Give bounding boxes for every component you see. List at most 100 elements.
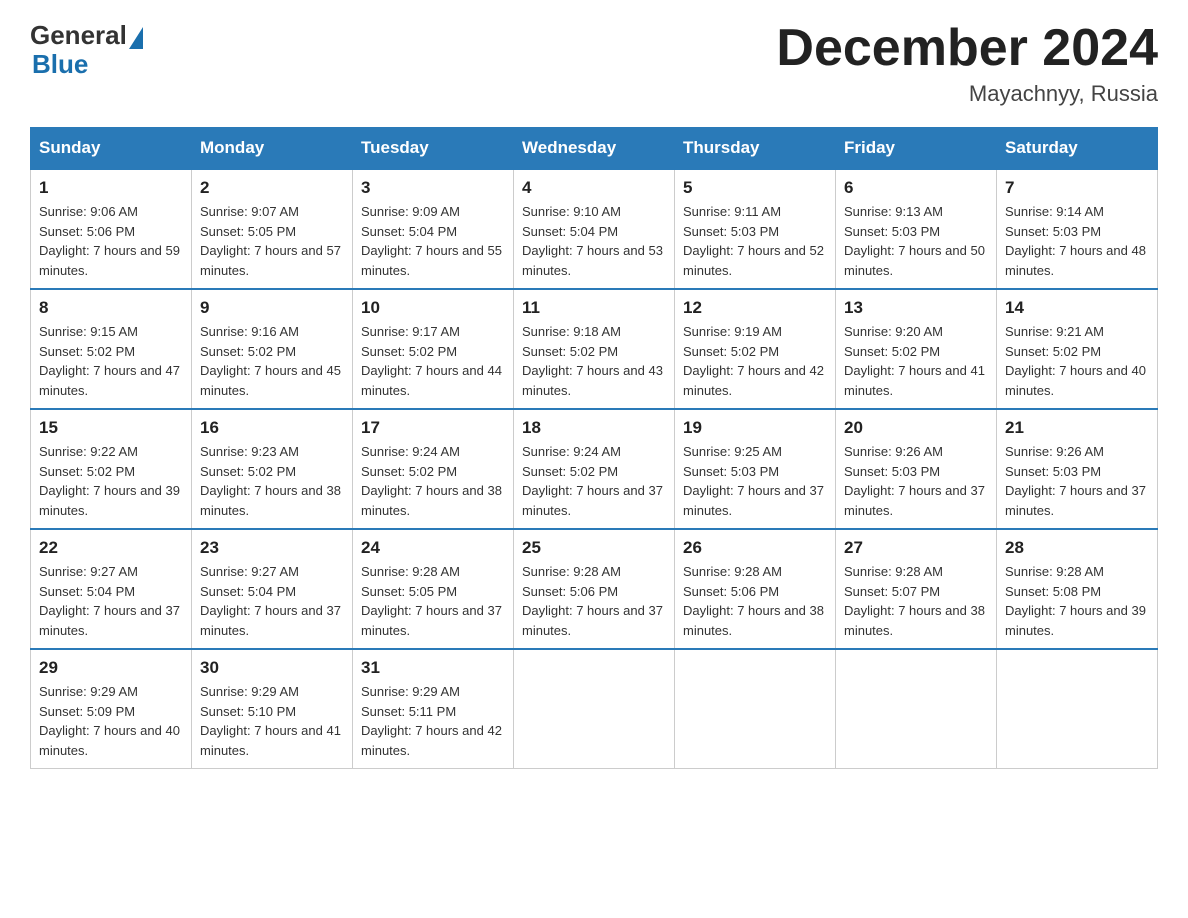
day-info: Sunrise: 9:19 AMSunset: 5:02 PMDaylight:… [683,322,827,400]
day-info: Sunrise: 9:26 AMSunset: 5:03 PMDaylight:… [844,442,988,520]
day-number: 26 [683,538,827,558]
day-info: Sunrise: 9:17 AMSunset: 5:02 PMDaylight:… [361,322,505,400]
day-info: Sunrise: 9:13 AMSunset: 5:03 PMDaylight:… [844,202,988,280]
empty-cell [836,649,997,769]
month-year-title: December 2024 [776,20,1158,77]
day-number: 11 [522,298,666,318]
header-row: SundayMondayTuesdayWednesdayThursdayFrid… [31,128,1158,170]
day-number: 3 [361,178,505,198]
day-info: Sunrise: 9:28 AMSunset: 5:05 PMDaylight:… [361,562,505,640]
logo-general-text: General [30,20,127,51]
day-number: 7 [1005,178,1149,198]
day-number: 27 [844,538,988,558]
day-info: Sunrise: 9:14 AMSunset: 5:03 PMDaylight:… [1005,202,1149,280]
day-cell-19: 19Sunrise: 9:25 AMSunset: 5:03 PMDayligh… [675,409,836,529]
empty-cell [514,649,675,769]
day-cell-29: 29 Sunrise: 9:29 AMSunset: 5:09 PMDayligh… [31,649,192,769]
header-sunday: Sunday [31,128,192,170]
day-cell-3: 3 Sunrise: 9:09 AMSunset: 5:04 PMDaylight… [353,169,514,289]
day-cell-17: 17 Sunrise: 9:24 AMSunset: 5:02 PMDayligh… [353,409,514,529]
day-info: Sunrise: 9:28 AMSunset: 5:06 PMDaylight:… [522,562,666,640]
day-cell-26: 26Sunrise: 9:28 AMSunset: 5:06 PMDayligh… [675,529,836,649]
day-cell-20: 20 Sunrise: 9:26 AMSunset: 5:03 PMDayligh… [836,409,997,529]
day-info: Sunrise: 9:28 AMSunset: 5:07 PMDaylight:… [844,562,988,640]
header-monday: Monday [192,128,353,170]
day-info: Sunrise: 9:15 AMSunset: 5:02 PMDaylight:… [39,322,183,400]
empty-cell [997,649,1158,769]
day-info: Sunrise: 9:21 AMSunset: 5:02 PMDaylight:… [1005,322,1149,400]
header-saturday: Saturday [997,128,1158,170]
day-number: 23 [200,538,344,558]
day-number: 2 [200,178,344,198]
day-info: Sunrise: 9:18 AMSunset: 5:02 PMDaylight:… [522,322,666,400]
day-info: Sunrise: 9:06 AMSunset: 5:06 PMDaylight:… [39,202,183,280]
day-info: Sunrise: 9:07 AMSunset: 5:05 PMDaylight:… [200,202,344,280]
page-header: General Blue December 2024 Mayachnyy, Ru… [30,20,1158,107]
day-info: Sunrise: 9:29 AMSunset: 5:11 PMDaylight:… [361,682,505,760]
day-number: 17 [361,418,505,438]
day-number: 6 [844,178,988,198]
day-number: 1 [39,178,183,198]
day-info: Sunrise: 9:25 AMSunset: 5:03 PMDaylight:… [683,442,827,520]
week-row-4: 22 Sunrise: 9:27 AMSunset: 5:04 PMDayligh… [31,529,1158,649]
day-cell-22: 22 Sunrise: 9:27 AMSunset: 5:04 PMDayligh… [31,529,192,649]
day-info: Sunrise: 9:09 AMSunset: 5:04 PMDaylight:… [361,202,505,280]
day-number: 24 [361,538,505,558]
day-number: 29 [39,658,183,678]
day-number: 20 [844,418,988,438]
day-info: Sunrise: 9:29 AMSunset: 5:10 PMDaylight:… [200,682,344,760]
day-cell-14: 14Sunrise: 9:21 AMSunset: 5:02 PMDayligh… [997,289,1158,409]
day-cell-2: 2 Sunrise: 9:07 AMSunset: 5:05 PMDaylight… [192,169,353,289]
title-block: December 2024 Mayachnyy, Russia [776,20,1158,107]
day-cell-9: 9 Sunrise: 9:16 AMSunset: 5:02 PMDaylight… [192,289,353,409]
day-number: 9 [200,298,344,318]
day-number: 5 [683,178,827,198]
day-number: 16 [200,418,344,438]
day-number: 18 [522,418,666,438]
day-number: 28 [1005,538,1149,558]
day-cell-16: 16Sunrise: 9:23 AMSunset: 5:02 PMDayligh… [192,409,353,529]
day-info: Sunrise: 9:26 AMSunset: 5:03 PMDaylight:… [1005,442,1149,520]
day-number: 12 [683,298,827,318]
calendar-table: SundayMondayTuesdayWednesdayThursdayFrid… [30,127,1158,769]
day-cell-24: 24 Sunrise: 9:28 AMSunset: 5:05 PMDayligh… [353,529,514,649]
header-tuesday: Tuesday [353,128,514,170]
day-cell-28: 28 Sunrise: 9:28 AMSunset: 5:08 PMDayligh… [997,529,1158,649]
day-cell-13: 13Sunrise: 9:20 AMSunset: 5:02 PMDayligh… [836,289,997,409]
day-cell-27: 27 Sunrise: 9:28 AMSunset: 5:07 PMDayligh… [836,529,997,649]
day-cell-6: 6 Sunrise: 9:13 AMSunset: 5:03 PMDaylight… [836,169,997,289]
day-cell-1: 1 Sunrise: 9:06 AMSunset: 5:06 PMDaylight… [31,169,192,289]
day-number: 10 [361,298,505,318]
day-number: 22 [39,538,183,558]
week-row-2: 8Sunrise: 9:15 AMSunset: 5:02 PMDaylight… [31,289,1158,409]
calendar-header: SundayMondayTuesdayWednesdayThursdayFrid… [31,128,1158,170]
day-cell-18: 18 Sunrise: 9:24 AMSunset: 5:02 PMDayligh… [514,409,675,529]
calendar-body: 1 Sunrise: 9:06 AMSunset: 5:06 PMDaylight… [31,169,1158,769]
day-cell-7: 7 Sunrise: 9:14 AMSunset: 5:03 PMDaylight… [997,169,1158,289]
week-row-1: 1 Sunrise: 9:06 AMSunset: 5:06 PMDaylight… [31,169,1158,289]
day-number: 25 [522,538,666,558]
day-number: 21 [1005,418,1149,438]
day-info: Sunrise: 9:24 AMSunset: 5:02 PMDaylight:… [522,442,666,520]
logo: General Blue [30,20,143,80]
day-info: Sunrise: 9:27 AMSunset: 5:04 PMDaylight:… [39,562,183,640]
day-cell-4: 4Sunrise: 9:10 AMSunset: 5:04 PMDaylight… [514,169,675,289]
header-thursday: Thursday [675,128,836,170]
day-cell-11: 11 Sunrise: 9:18 AMSunset: 5:02 PMDayligh… [514,289,675,409]
day-cell-21: 21 Sunrise: 9:26 AMSunset: 5:03 PMDayligh… [997,409,1158,529]
day-info: Sunrise: 9:16 AMSunset: 5:02 PMDaylight:… [200,322,344,400]
day-info: Sunrise: 9:24 AMSunset: 5:02 PMDaylight:… [361,442,505,520]
day-info: Sunrise: 9:28 AMSunset: 5:08 PMDaylight:… [1005,562,1149,640]
day-number: 31 [361,658,505,678]
day-number: 13 [844,298,988,318]
logo-triangle-icon [129,27,143,49]
day-info: Sunrise: 9:11 AMSunset: 5:03 PMDaylight:… [683,202,827,280]
day-cell-5: 5 Sunrise: 9:11 AMSunset: 5:03 PMDaylight… [675,169,836,289]
day-info: Sunrise: 9:22 AMSunset: 5:02 PMDaylight:… [39,442,183,520]
day-info: Sunrise: 9:29 AMSunset: 5:09 PMDaylight:… [39,682,183,760]
day-info: Sunrise: 9:10 AMSunset: 5:04 PMDaylight:… [522,202,666,280]
day-cell-15: 15Sunrise: 9:22 AMSunset: 5:02 PMDayligh… [31,409,192,529]
logo-blue-text: Blue [32,49,88,80]
week-row-3: 15Sunrise: 9:22 AMSunset: 5:02 PMDayligh… [31,409,1158,529]
day-info: Sunrise: 9:27 AMSunset: 5:04 PMDaylight:… [200,562,344,640]
